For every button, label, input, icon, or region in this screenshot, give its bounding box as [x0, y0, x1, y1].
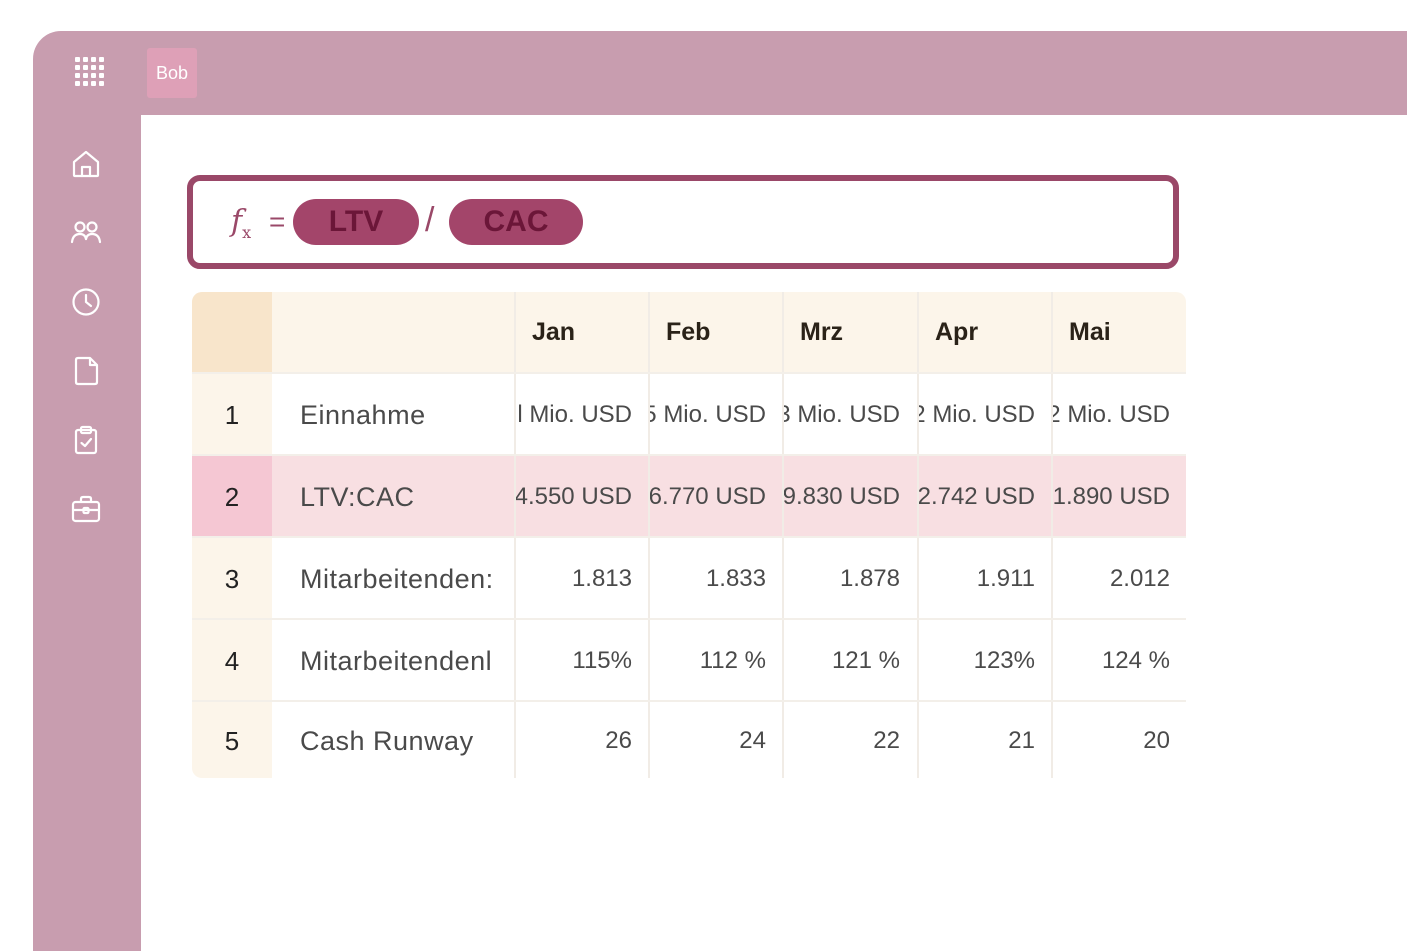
table-cell[interactable]: 22 [782, 702, 916, 778]
formula-token-cac[interactable]: CAC [449, 199, 583, 245]
function-icon: fx [231, 204, 252, 243]
row-index[interactable]: 4 [192, 620, 272, 702]
column-header[interactable]: Mrz [782, 292, 916, 372]
table-cell[interactable]: 121 % [782, 620, 916, 702]
row-index[interactable]: 3 [192, 538, 272, 620]
users-icon[interactable] [69, 216, 103, 250]
row-label[interactable]: LTV:CAC [273, 456, 514, 538]
column-header[interactable]: Apr [917, 292, 1051, 372]
table-header-row: Jan Feb Mrz Apr Mai [192, 292, 1186, 372]
table-cell[interactable]: 2.742 USD [917, 456, 1051, 538]
table-cell[interactable]: 2 Mio. USD [1051, 374, 1186, 456]
formula-token-ltv[interactable]: LTV [293, 199, 419, 245]
table-cell[interactable]: l Mio. USD [514, 374, 648, 456]
corner-cell[interactable] [192, 292, 272, 372]
table-cell[interactable]: 1.890 USD [1051, 456, 1186, 538]
row-index[interactable]: 5 [192, 702, 272, 778]
row-label[interactable]: Mitarbeitenden: [273, 538, 514, 620]
formula-equals: = [269, 206, 286, 237]
column-header[interactable]: Mai [1051, 292, 1186, 372]
table-row: 1 Einnahme l Mio. USD 5 Mio. USD 3 Mio. … [192, 372, 1186, 456]
table-row: 4 Mitarbeitendenl 115% 112 % 121 % 123% … [192, 618, 1186, 702]
table-cell[interactable]: 2 Mio. USD [917, 374, 1051, 456]
column-header[interactable]: Jan [514, 292, 648, 372]
table-cell[interactable]: 21 [917, 702, 1051, 778]
table-cell[interactable]: 1.878 [782, 538, 916, 620]
app-launcher-grid-icon[interactable] [75, 57, 105, 87]
table-cell[interactable]: 26 [514, 702, 648, 778]
table-cell[interactable]: 3 Mio. USD [782, 374, 916, 456]
table-cell[interactable]: 5 Mio. USD [648, 374, 782, 456]
table-cell[interactable]: 1.813 [514, 538, 648, 620]
clipboard-check-icon[interactable] [69, 423, 103, 457]
table-cell[interactable]: 20 [1051, 702, 1186, 778]
table-cell[interactable]: 9.830 USD [782, 456, 916, 538]
row-label[interactable]: Cash Runway [273, 702, 514, 778]
label-header-cell [273, 292, 514, 372]
table-cell[interactable]: 112 % [648, 620, 782, 702]
row-label[interactable]: Einnahme [273, 374, 514, 456]
table-cell[interactable]: 1.911 [917, 538, 1051, 620]
table-row: 3 Mitarbeitenden: 1.813 1.833 1.878 1.91… [192, 536, 1186, 620]
table-row-highlighted: 2 LTV:CAC 4.550 USD 6.770 USD 9.830 USD … [192, 454, 1186, 538]
column-header[interactable]: Feb [648, 292, 782, 372]
table-cell[interactable]: 123% [917, 620, 1051, 702]
row-label[interactable]: Mitarbeitendenl [273, 620, 514, 702]
clock-icon[interactable] [69, 285, 103, 319]
table-cell[interactable]: 6.770 USD [648, 456, 782, 538]
table-cell[interactable]: 2.012 [1051, 538, 1186, 620]
home-icon[interactable] [69, 147, 103, 181]
app-window: Bob fx = LTV / CAC Jan Feb Mrz Apr Mai 1… [33, 31, 1407, 951]
formula-operator: / [425, 201, 435, 239]
briefcase-icon[interactable] [69, 492, 103, 526]
formula-bar[interactable]: fx = LTV / CAC [187, 175, 1179, 269]
document-icon[interactable] [69, 354, 103, 388]
table-cell[interactable]: 115% [514, 620, 648, 702]
table-row: 5 Cash Runway 26 24 22 21 20 [192, 700, 1186, 778]
user-badge[interactable]: Bob [147, 48, 197, 98]
row-index[interactable]: 2 [192, 456, 272, 538]
row-index[interactable]: 1 [192, 374, 272, 456]
table-cell[interactable]: 24 [648, 702, 782, 778]
table-cell[interactable]: 4.550 USD [514, 456, 648, 538]
table-cell[interactable]: 1.833 [648, 538, 782, 620]
table-cell[interactable]: 124 % [1051, 620, 1186, 702]
main-content: fx = LTV / CAC Jan Feb Mrz Apr Mai 1 Ein… [141, 115, 1407, 951]
spreadsheet-table: Jan Feb Mrz Apr Mai 1 Einnahme l Mio. US… [192, 292, 1186, 778]
